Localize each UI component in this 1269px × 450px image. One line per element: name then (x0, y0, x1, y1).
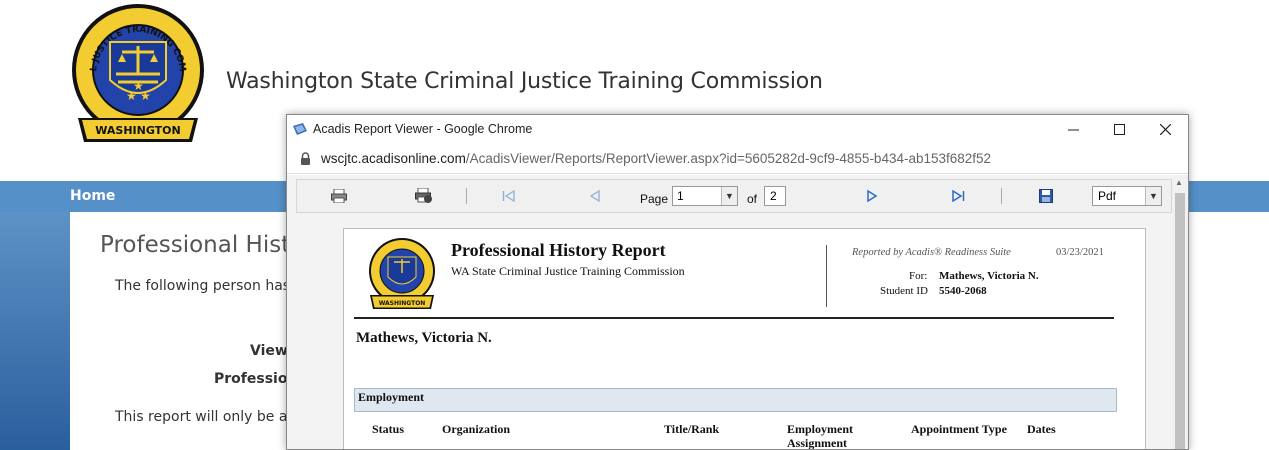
close-button[interactable] (1142, 115, 1188, 144)
window-titlebar[interactable]: Acadis Report Viewer - Google Chrome (287, 115, 1188, 144)
header-rule (354, 317, 1114, 319)
employment-section-header: Employment (354, 388, 1117, 412)
minimize-icon (1067, 129, 1079, 131)
svg-text:WASHINGTON: WASHINGTON (95, 124, 180, 137)
for-value: Mathews, Victoria N. (939, 270, 1039, 282)
reported-by-text: Reported by Acadis® Readiness Suite (852, 247, 1011, 258)
svg-text:★: ★ (133, 79, 144, 93)
minimize-button[interactable] (1050, 115, 1096, 144)
report-date: 03/23/2021 (1056, 247, 1104, 258)
export-save-button[interactable] (1037, 188, 1055, 204)
url-text[interactable]: wscjtc.acadisonline.com/AcadisViewer/Rep… (321, 151, 991, 166)
vertical-scrollbar[interactable]: ▲ (1172, 175, 1188, 449)
page-heading: Professional Hist (100, 232, 291, 258)
address-bar[interactable]: wscjtc.acadisonline.com/AcadisViewer/Rep… (287, 144, 1188, 174)
close-icon (1159, 124, 1171, 135)
report-viewer-app-icon (293, 123, 307, 135)
export-format-select[interactable]: Pdf ▼ (1092, 186, 1162, 206)
save-icon (1039, 189, 1053, 203)
toolbar-separator (1001, 188, 1002, 204)
maximize-icon (1113, 124, 1125, 135)
previous-page-button[interactable] (586, 188, 604, 204)
column-header-employment-assignment: Employment Assignment (787, 422, 853, 450)
last-page-button[interactable] (949, 188, 967, 204)
lock-icon (301, 152, 310, 165)
nav-home-link[interactable]: Home (70, 188, 115, 204)
previous-page-icon (589, 190, 600, 202)
report-viewer-window: Acadis Report Viewer - Google Chrome wsc… (286, 114, 1189, 450)
site-title: Washington State Criminal Justice Traini… (226, 69, 823, 94)
first-page-icon (502, 190, 515, 202)
section-title: Employment (358, 390, 424, 404)
column-header-dates: Dates (1027, 422, 1056, 436)
page-number-select[interactable]: 1 ▼ (672, 186, 738, 206)
total-pages: 2 (764, 186, 786, 206)
intro-text: The following person has sh (115, 278, 311, 294)
toolbar-separator (466, 188, 467, 204)
report-title: Professional History Report (451, 240, 666, 260)
last-page-icon (952, 190, 965, 202)
export-format-value: Pdf (1098, 189, 1117, 203)
viewer-toolbar: Page 1 ▼ of 2 Pdf ▼ (296, 179, 1172, 213)
student-id-value: 5540-2068 (939, 285, 987, 297)
for-label: For: (909, 270, 928, 282)
print-button[interactable] (330, 188, 348, 204)
chevron-down-icon: ▼ (1145, 187, 1161, 205)
window-title: Acadis Report Viewer - Google Chrome (313, 122, 533, 136)
student-name: Mathews, Victoria N. (356, 330, 492, 346)
page-label: Page (640, 192, 669, 206)
scroll-thumb[interactable] (1175, 193, 1185, 449)
of-label: of (747, 192, 758, 206)
page: CRIMINAL JUSTICE TRAINING COMMISSION ★ ★… (0, 0, 1269, 450)
maximize-button[interactable] (1096, 115, 1142, 144)
report-seal-logo: WASHINGTON (369, 238, 435, 309)
student-id-label: Student ID (880, 285, 928, 297)
report-organization: WA State Criminal Justice Training Commi… (451, 264, 685, 278)
svg-text:WASHINGTON: WASHINGTON (379, 300, 426, 307)
next-page-icon (867, 190, 878, 202)
scroll-up-icon[interactable]: ▲ (1175, 178, 1183, 187)
print-setup-icon (415, 188, 432, 203)
chevron-down-icon: ▼ (721, 187, 737, 205)
cjtc-seal-logo: CRIMINAL JUSTICE TRAINING COMMISSION ★ ★… (68, 2, 204, 142)
availability-text: This report will only be avai (115, 409, 309, 425)
column-header-organization: Organization (442, 422, 510, 436)
print-setup-button[interactable] (415, 188, 433, 204)
report-page: WASHINGTON Professional History Report W… (343, 228, 1146, 450)
column-header-status: Status (372, 422, 405, 436)
column-header-title-rank: Title/Rank (664, 422, 720, 436)
printer-icon (331, 189, 347, 203)
column-header-appointment-type: Appointment Type (911, 422, 1007, 436)
first-page-button[interactable] (500, 188, 518, 204)
next-page-button[interactable] (863, 188, 881, 204)
page-number-value: 1 (677, 189, 684, 203)
header-divider (826, 245, 827, 307)
